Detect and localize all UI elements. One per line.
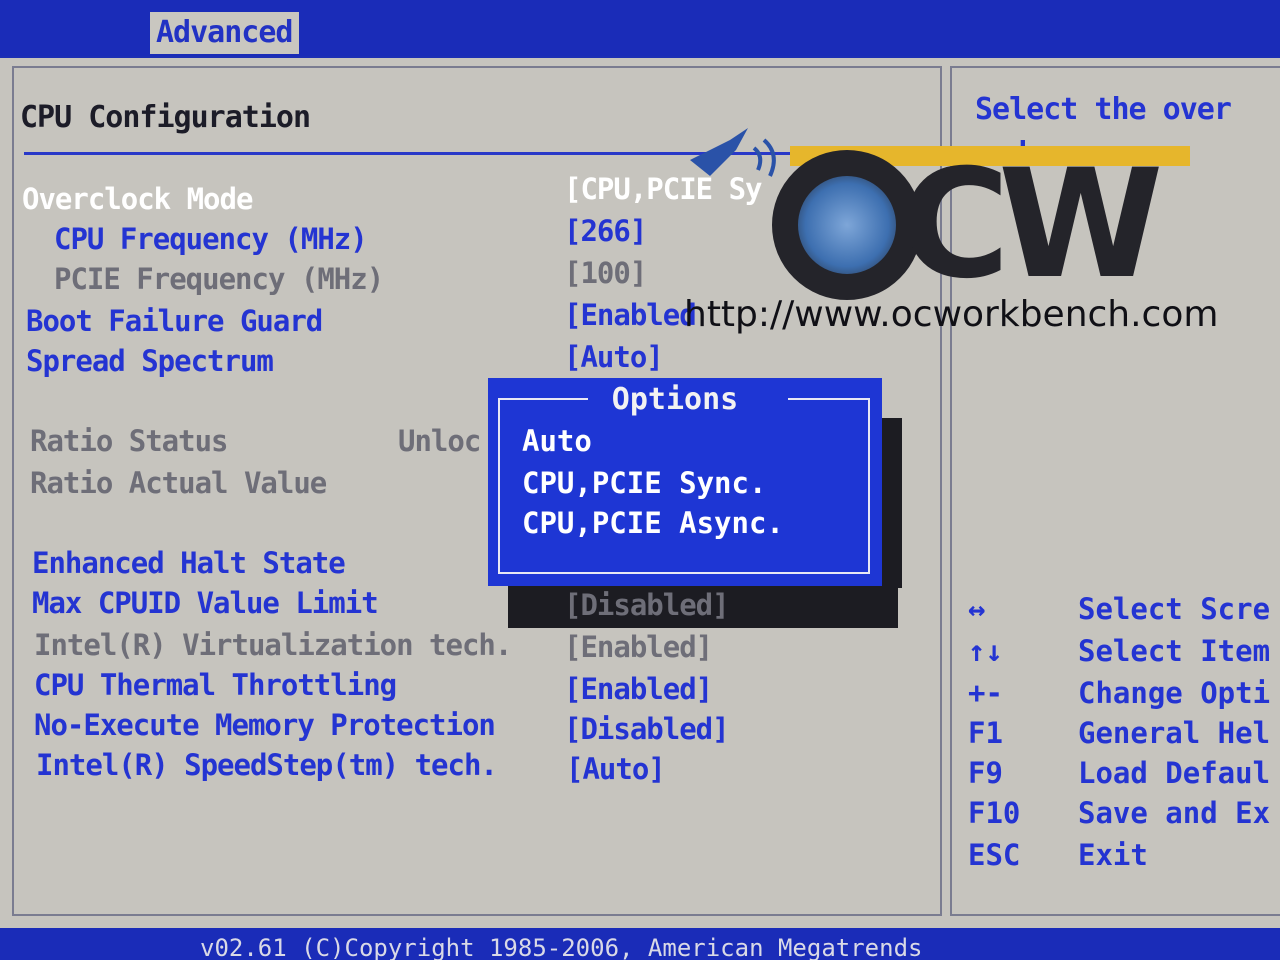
option-auto[interactable]: Auto [522, 424, 592, 458]
key-left-right: ↔ [968, 592, 986, 626]
setting-cpu-thermal-throttling-label[interactable]: CPU Thermal Throttling [34, 668, 397, 702]
setting-ratio-status-label: Ratio Status [30, 424, 229, 458]
options-popup: Options Auto CPU,PCIE Sync. CPU,PCIE Asy… [488, 378, 882, 586]
setting-max-cpuid-label[interactable]: Max CPUID Value Limit [32, 586, 379, 620]
watermark-url: http://www.ocworkbench.com [684, 294, 1219, 335]
key-f1-desc: General Hel [1078, 716, 1271, 750]
setting-speedstep-value[interactable]: [Auto] [566, 752, 666, 786]
setting-spread-spectrum-label[interactable]: Spread Spectrum [26, 344, 274, 378]
key-up-down: ↑↓ [968, 634, 1003, 668]
watermark-letters: CW [900, 138, 1164, 312]
tab-advanced[interactable]: Advanced [150, 12, 299, 54]
option-cpu-pcie-async[interactable]: CPU,PCIE Async. [522, 506, 784, 540]
setting-no-execute-label[interactable]: No-Execute Memory Protection [34, 708, 496, 742]
key-f9-desc: Load Defaul [1078, 756, 1271, 790]
setting-cpu-frequency-label[interactable]: CPU Frequency (MHz) [54, 222, 368, 256]
key-f10-desc: Save and Ex [1078, 796, 1271, 830]
setting-speedstep-label[interactable]: Intel(R) SpeedStep(tm) tech. [36, 748, 498, 782]
section-title: CPU Configuration [20, 100, 311, 135]
setting-cpu-frequency-value[interactable]: [266] [564, 214, 647, 248]
setting-cpu-thermal-throttling-value[interactable]: [Enabled] [564, 672, 713, 706]
bottom-bar: v02.61 (C)Copyright 1985-2006, American … [0, 928, 1280, 960]
setting-enhanced-halt-state-label[interactable]: Enhanced Halt State [32, 546, 346, 580]
key-f1: F1 [968, 716, 1003, 750]
key-f9: F9 [968, 756, 1003, 790]
setting-overclock-mode-label[interactable]: Overclock Mode [22, 182, 253, 216]
setting-pcie-frequency-value: [100] [564, 256, 647, 290]
option-cpu-pcie-sync[interactable]: CPU,PCIE Sync. [522, 466, 766, 500]
setting-virtualization-label: Intel(R) Virtualization tech. [34, 628, 512, 662]
key-esc: ESC [968, 838, 1021, 872]
key-esc-desc: Exit [1078, 838, 1148, 872]
key-up-down-desc: Select Item [1078, 634, 1271, 668]
options-popup-title: Options [611, 382, 739, 417]
setting-boot-failure-guard-value[interactable]: [Enabled [564, 298, 697, 332]
top-menu-bar: Advanced [0, 0, 1280, 56]
key-plus-minus-desc: Change Opti [1078, 676, 1271, 710]
key-plus-minus: +- [968, 676, 1003, 710]
setting-boot-failure-guard-label[interactable]: Boot Failure Guard [26, 304, 323, 338]
setting-pcie-frequency-label: PCIE Frequency (MHz) [54, 262, 384, 296]
setting-ratio-actual-value-label: Ratio Actual Value [30, 466, 327, 500]
key-f10: F10 [968, 796, 1021, 830]
key-left-right-desc: Select Scre [1078, 592, 1271, 626]
setting-no-execute-value[interactable]: [Disabled] [564, 712, 730, 746]
copyright-text: v02.61 (C)Copyright 1985-2006, American … [200, 934, 923, 960]
setting-max-cpuid-value[interactable]: [Disabled] [564, 588, 730, 622]
setting-ratio-status-value: Unloc [398, 424, 481, 458]
setting-virtualization-value: [Enabled] [564, 630, 713, 664]
setting-spread-spectrum-value[interactable]: [Auto] [564, 340, 664, 374]
